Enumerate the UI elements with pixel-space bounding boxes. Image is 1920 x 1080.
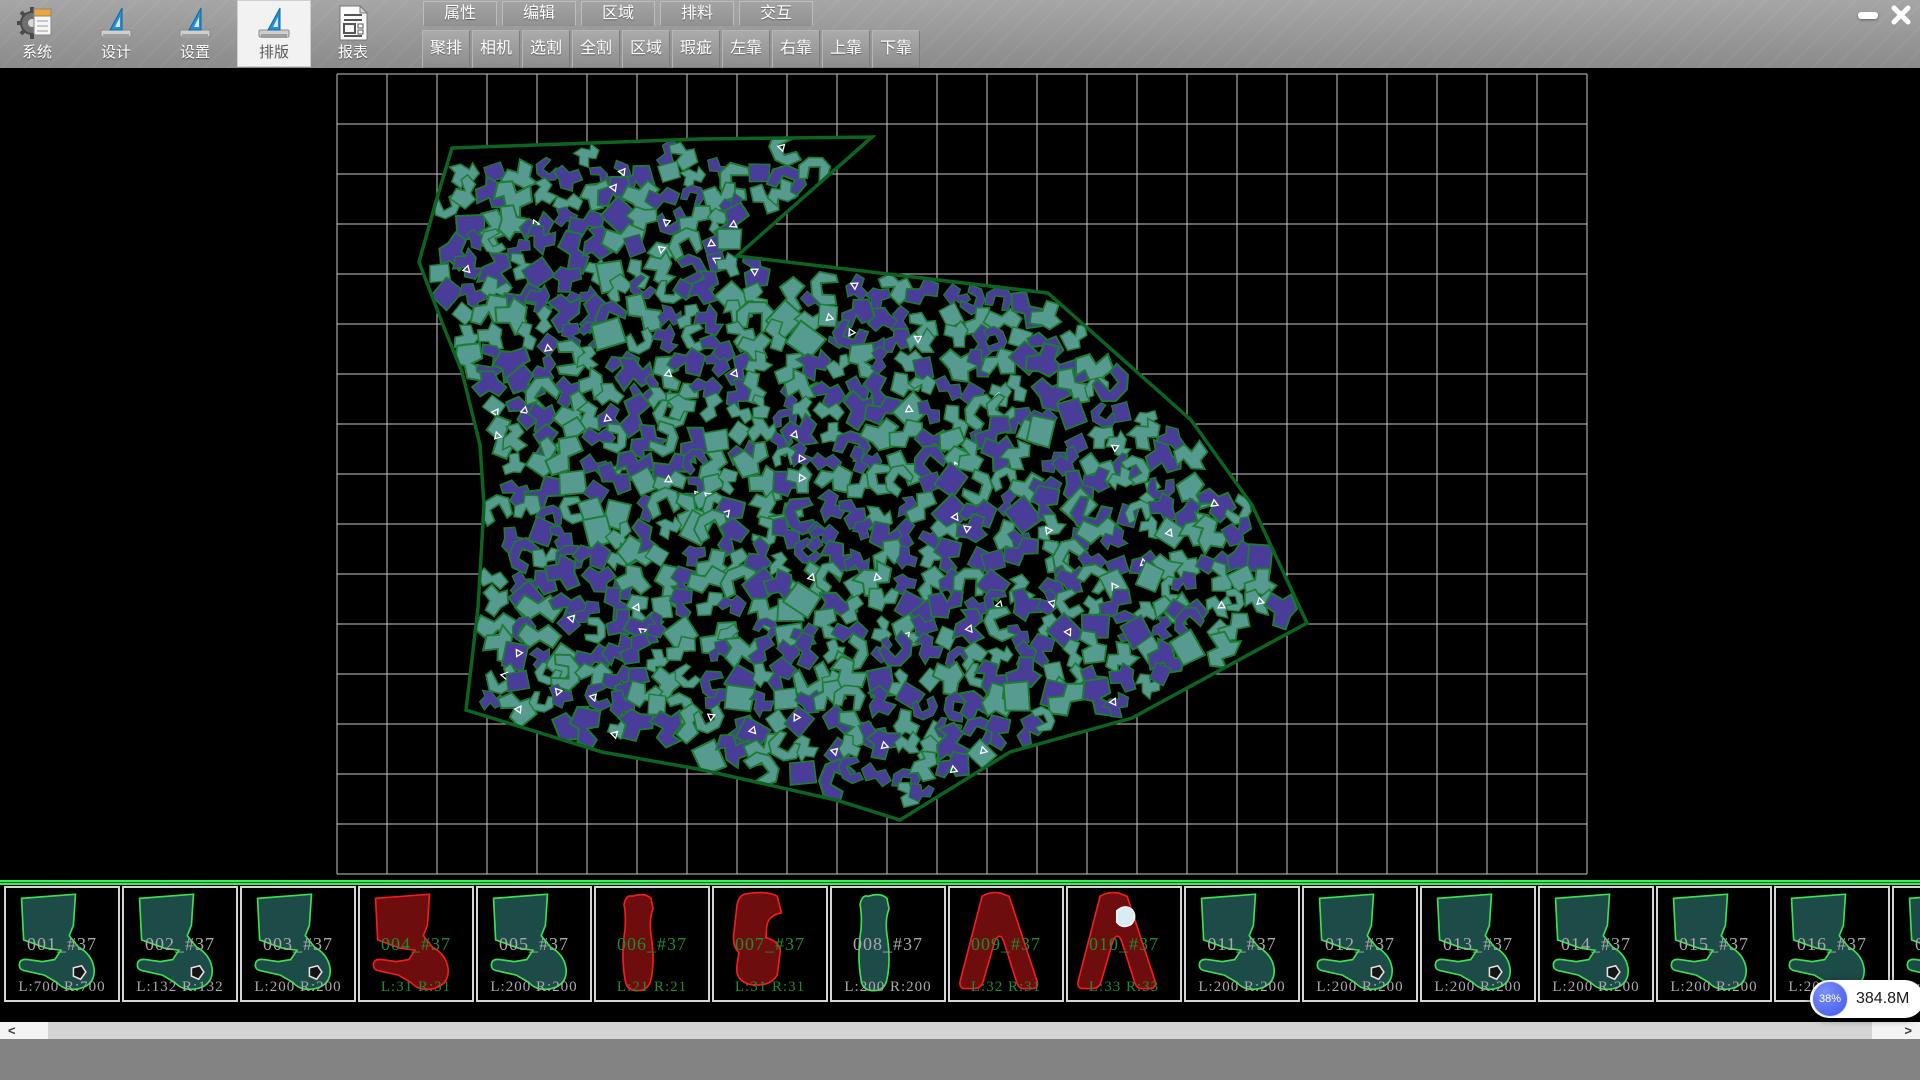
piece-counts: L:200 R:200 bbox=[1422, 979, 1534, 996]
progress-value: 38% bbox=[1819, 993, 1841, 1005]
piece-thumbnail-008_#37[interactable]: 008_#37 L:200 R:200 bbox=[830, 886, 946, 1002]
menu-tab-3[interactable]: 区域 bbox=[581, 1, 655, 26]
main-button-label: 设计 bbox=[101, 43, 131, 63]
piece-name: 017_#37 bbox=[1894, 934, 1920, 955]
piece-counts: L:200 R:200 bbox=[1658, 979, 1770, 996]
main-button-1[interactable]: 系统 bbox=[0, 0, 74, 67]
piece-thumbnail-015_#37[interactable]: 015_#37 L:200 R:200 bbox=[1656, 886, 1772, 1002]
scroll-left-button[interactable]: < bbox=[0, 1022, 48, 1039]
piece-name: 007_#37 bbox=[714, 934, 826, 955]
piece-name: 013_#37 bbox=[1422, 934, 1534, 955]
piece-name: 006_#37 bbox=[596, 934, 708, 955]
main-button-2[interactable]: 设计 bbox=[79, 0, 153, 67]
status-bar bbox=[0, 1039, 1920, 1080]
piece-name: 014_#37 bbox=[1540, 934, 1652, 955]
set-square-icon bbox=[96, 3, 136, 43]
piece-thumbnail-014_#37[interactable]: 014_#37 L:200 R:200 bbox=[1538, 886, 1654, 1002]
toolbar: 系统设计设置排版报表 属性编辑区域排料交互 聚排相机选割全割区域瑕疵左靠右靠上靠… bbox=[0, 0, 1920, 69]
piece-name: 008_#37 bbox=[832, 934, 944, 955]
piece-thumbnail-013_#37[interactable]: 013_#37 L:200 R:200 bbox=[1420, 886, 1536, 1002]
piece-thumbnail-012_#37[interactable]: 012_#37 L:200 R:200 bbox=[1302, 886, 1418, 1002]
main-button-label: 报表 bbox=[338, 43, 368, 63]
set-square-icon bbox=[254, 3, 294, 43]
tool-button-2[interactable]: 相机 bbox=[472, 30, 520, 68]
tool-button-6[interactable]: 瑕疵 bbox=[672, 30, 720, 68]
piece-name: 005_#37 bbox=[478, 934, 590, 955]
piece-thumbnail-002_#37[interactable]: 002_#37 L:132 R:132 bbox=[122, 886, 238, 1002]
piece-name: 010_#37 bbox=[1068, 934, 1180, 955]
piece-name: 002_#37 bbox=[124, 934, 236, 955]
memory-value: 384.8M bbox=[1856, 990, 1909, 1008]
main-button-label: 设置 bbox=[180, 43, 210, 63]
app-window: 系统设计设置排版报表 属性编辑区域排料交互 聚排相机选割全割区域瑕疵左靠右靠上靠… bbox=[0, 0, 1920, 1080]
piece-counts: L:700 R:700 bbox=[6, 979, 118, 996]
menu-tab-2[interactable]: 编辑 bbox=[502, 1, 576, 26]
horizontal-scrollbar[interactable]: < > bbox=[0, 1022, 1920, 1039]
piece-name: 011_#37 bbox=[1186, 934, 1298, 955]
menu-tab-4[interactable]: 排料 bbox=[660, 1, 734, 26]
piece-name: 016_#37 bbox=[1776, 934, 1888, 955]
tool-button-7[interactable]: 左靠 bbox=[722, 30, 770, 68]
set-square-icon bbox=[175, 3, 215, 43]
tool-button-1[interactable]: 聚排 bbox=[422, 30, 470, 68]
main-button-3[interactable]: 设置 bbox=[158, 0, 232, 67]
piece-counts: L:200 R:200 bbox=[832, 979, 944, 996]
canvas-drawing bbox=[0, 68, 1920, 880]
piece-thumbnail-011_#37[interactable]: 011_#37 L:200 R:200 bbox=[1184, 886, 1300, 1002]
piece-counts: L:31 R:31 bbox=[714, 979, 826, 996]
piece-counts: L:32 R:31 bbox=[950, 979, 1062, 996]
piece-thumbnail-006_#37[interactable]: 006_#37 L:21 R:21 bbox=[594, 886, 710, 1002]
piece-name: 001_#37 bbox=[6, 934, 118, 955]
tool-button-8[interactable]: 右靠 bbox=[772, 30, 820, 68]
main-button-label: 系统 bbox=[22, 43, 52, 63]
piece-thumbnail-004_#37[interactable]: 004_#37 L:31 R:31 bbox=[358, 886, 474, 1002]
piece-thumbnail-010_#37[interactable]: 010_#37 L:33 R:33 bbox=[1066, 886, 1182, 1002]
tool-button-9[interactable]: 上靠 bbox=[822, 30, 870, 68]
piece-counts: L:31 R:31 bbox=[360, 979, 472, 996]
piece-name: 012_#37 bbox=[1304, 934, 1416, 955]
minimize-button[interactable] bbox=[1853, 2, 1883, 28]
main-button-label: 排版 bbox=[259, 43, 289, 63]
main-button-4[interactable]: 排版 bbox=[237, 0, 311, 67]
close-button[interactable] bbox=[1886, 2, 1916, 28]
piece-thumbnail-005_#37[interactable]: 005_#37 L:200 R:200 bbox=[476, 886, 592, 1002]
tool-button-10[interactable]: 下靠 bbox=[872, 30, 920, 68]
piece-counts: L:200 R:200 bbox=[478, 979, 590, 996]
scroll-right-button[interactable]: > bbox=[1872, 1022, 1920, 1039]
strip-top-border bbox=[0, 880, 1920, 885]
main-button-5[interactable]: 报表 bbox=[316, 0, 390, 67]
piece-name: 015_#37 bbox=[1658, 934, 1770, 955]
nesting-canvas[interactable] bbox=[0, 68, 1920, 880]
piece-counts: L:21 R:21 bbox=[596, 979, 708, 996]
piece-name: 004_#37 bbox=[360, 934, 472, 955]
piece-thumbnail-001_#37[interactable]: 001_#37 L:700 R:700 bbox=[4, 886, 120, 1002]
piece-counts: L:200 R:200 bbox=[1304, 979, 1416, 996]
menu-tab-1[interactable]: 属性 bbox=[423, 1, 497, 26]
system-gear-icon bbox=[17, 3, 57, 43]
piece-thumbnail-009_#37[interactable]: 009_#37 L:32 R:31 bbox=[948, 886, 1064, 1002]
report-icon bbox=[333, 3, 373, 43]
piece-counts: L:200 R:200 bbox=[242, 979, 354, 996]
minimize-icon bbox=[1858, 12, 1878, 19]
piece-name: 009_#37 bbox=[950, 934, 1062, 955]
window-controls bbox=[1853, 2, 1916, 28]
tool-button-5[interactable]: 区域 bbox=[622, 30, 670, 68]
piece-counts: L:200 R:200 bbox=[1186, 979, 1298, 996]
piece-thumbnail-strip: 001_#37L:700 R:700002_#37L:132 R:132003_… bbox=[0, 880, 1920, 1022]
piece-counts: L:132 R:132 bbox=[124, 979, 236, 996]
piece-counts: L:33 R:33 bbox=[1068, 979, 1180, 996]
progress-circle-icon: 38% bbox=[1812, 981, 1848, 1017]
piece-name: 003_#37 bbox=[242, 934, 354, 955]
piece-counts: L:200 R:200 bbox=[1540, 979, 1652, 996]
piece-thumbnail-007_#37[interactable]: 007_#37 L:31 R:31 bbox=[712, 886, 828, 1002]
menu-tab-5[interactable]: 交互 bbox=[739, 1, 813, 26]
tool-button-3[interactable]: 选割 bbox=[522, 30, 570, 68]
memory-badge: 38% 384.8M bbox=[1810, 980, 1920, 1018]
piece-thumbnail-003_#37[interactable]: 003_#37 L:200 R:200 bbox=[240, 886, 356, 1002]
tool-button-4[interactable]: 全割 bbox=[572, 30, 620, 68]
close-icon bbox=[1890, 4, 1912, 26]
